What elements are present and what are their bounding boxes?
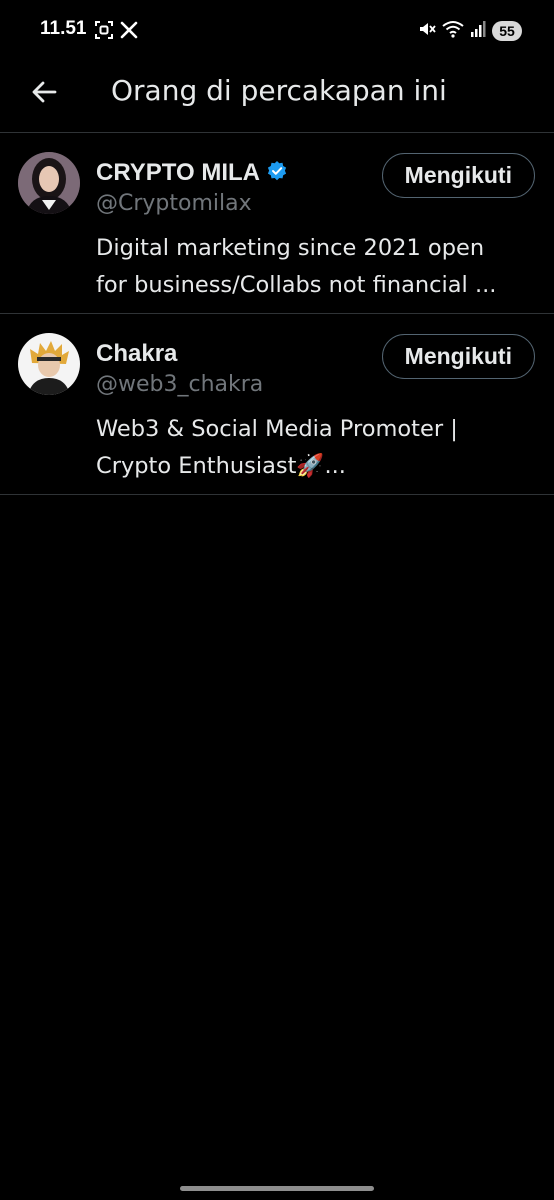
status-bar: 11.51 55 [0, 0, 554, 62]
user-bio: Web3 & Social Media Promoter | Crypto En… [96, 411, 536, 485]
following-button[interactable]: Mengikuti [381, 334, 535, 379]
avatar[interactable] [18, 333, 80, 395]
user-handle: @Cryptomilax [96, 191, 252, 216]
user-handle: @web3_chakra [96, 372, 264, 397]
back-button[interactable] [26, 76, 62, 112]
status-left-icons [94, 20, 138, 44]
following-button[interactable]: Mengikuti [381, 153, 535, 198]
bio-line: Crypto Enthusiast🚀... [96, 453, 346, 479]
verified-badge-icon [266, 160, 288, 186]
user-row[interactable]: Chakra @web3_chakra Web3 & Social Media … [0, 314, 554, 495]
user-row[interactable]: CRYPTO MILA @Cryptomilax Digital marketi… [0, 133, 554, 314]
home-indicator[interactable] [180, 1186, 374, 1191]
bio-line: Digital marketing since 2021 open [96, 235, 485, 261]
battery-indicator: 55 [492, 21, 522, 41]
app-header: Orang di percakapan ini [0, 62, 554, 133]
mute-icon [418, 20, 436, 42]
signal-icon [470, 20, 486, 42]
bio-line: Web3 & Social Media Promoter | [96, 416, 458, 442]
screenshot-icon [94, 20, 114, 44]
user-name-line: Chakra [96, 340, 177, 368]
page-title: Orang di percakapan ini [111, 74, 447, 107]
bio-line: for business/Collabs not financial ... [96, 272, 497, 298]
arrow-left-icon [30, 78, 58, 110]
status-time: 11.51 [40, 18, 87, 39]
avatar[interactable] [18, 152, 80, 214]
status-right-icons: 55 [418, 20, 522, 42]
x-logo-icon [120, 21, 138, 43]
user-name-line: CRYPTO MILA [96, 159, 288, 187]
user-bio: Digital marketing since 2021 open for bu… [96, 230, 536, 304]
user-name[interactable]: Chakra [96, 340, 177, 368]
user-list: CRYPTO MILA @Cryptomilax Digital marketi… [0, 133, 554, 495]
user-name[interactable]: CRYPTO MILA [96, 159, 260, 187]
wifi-icon [442, 20, 464, 42]
